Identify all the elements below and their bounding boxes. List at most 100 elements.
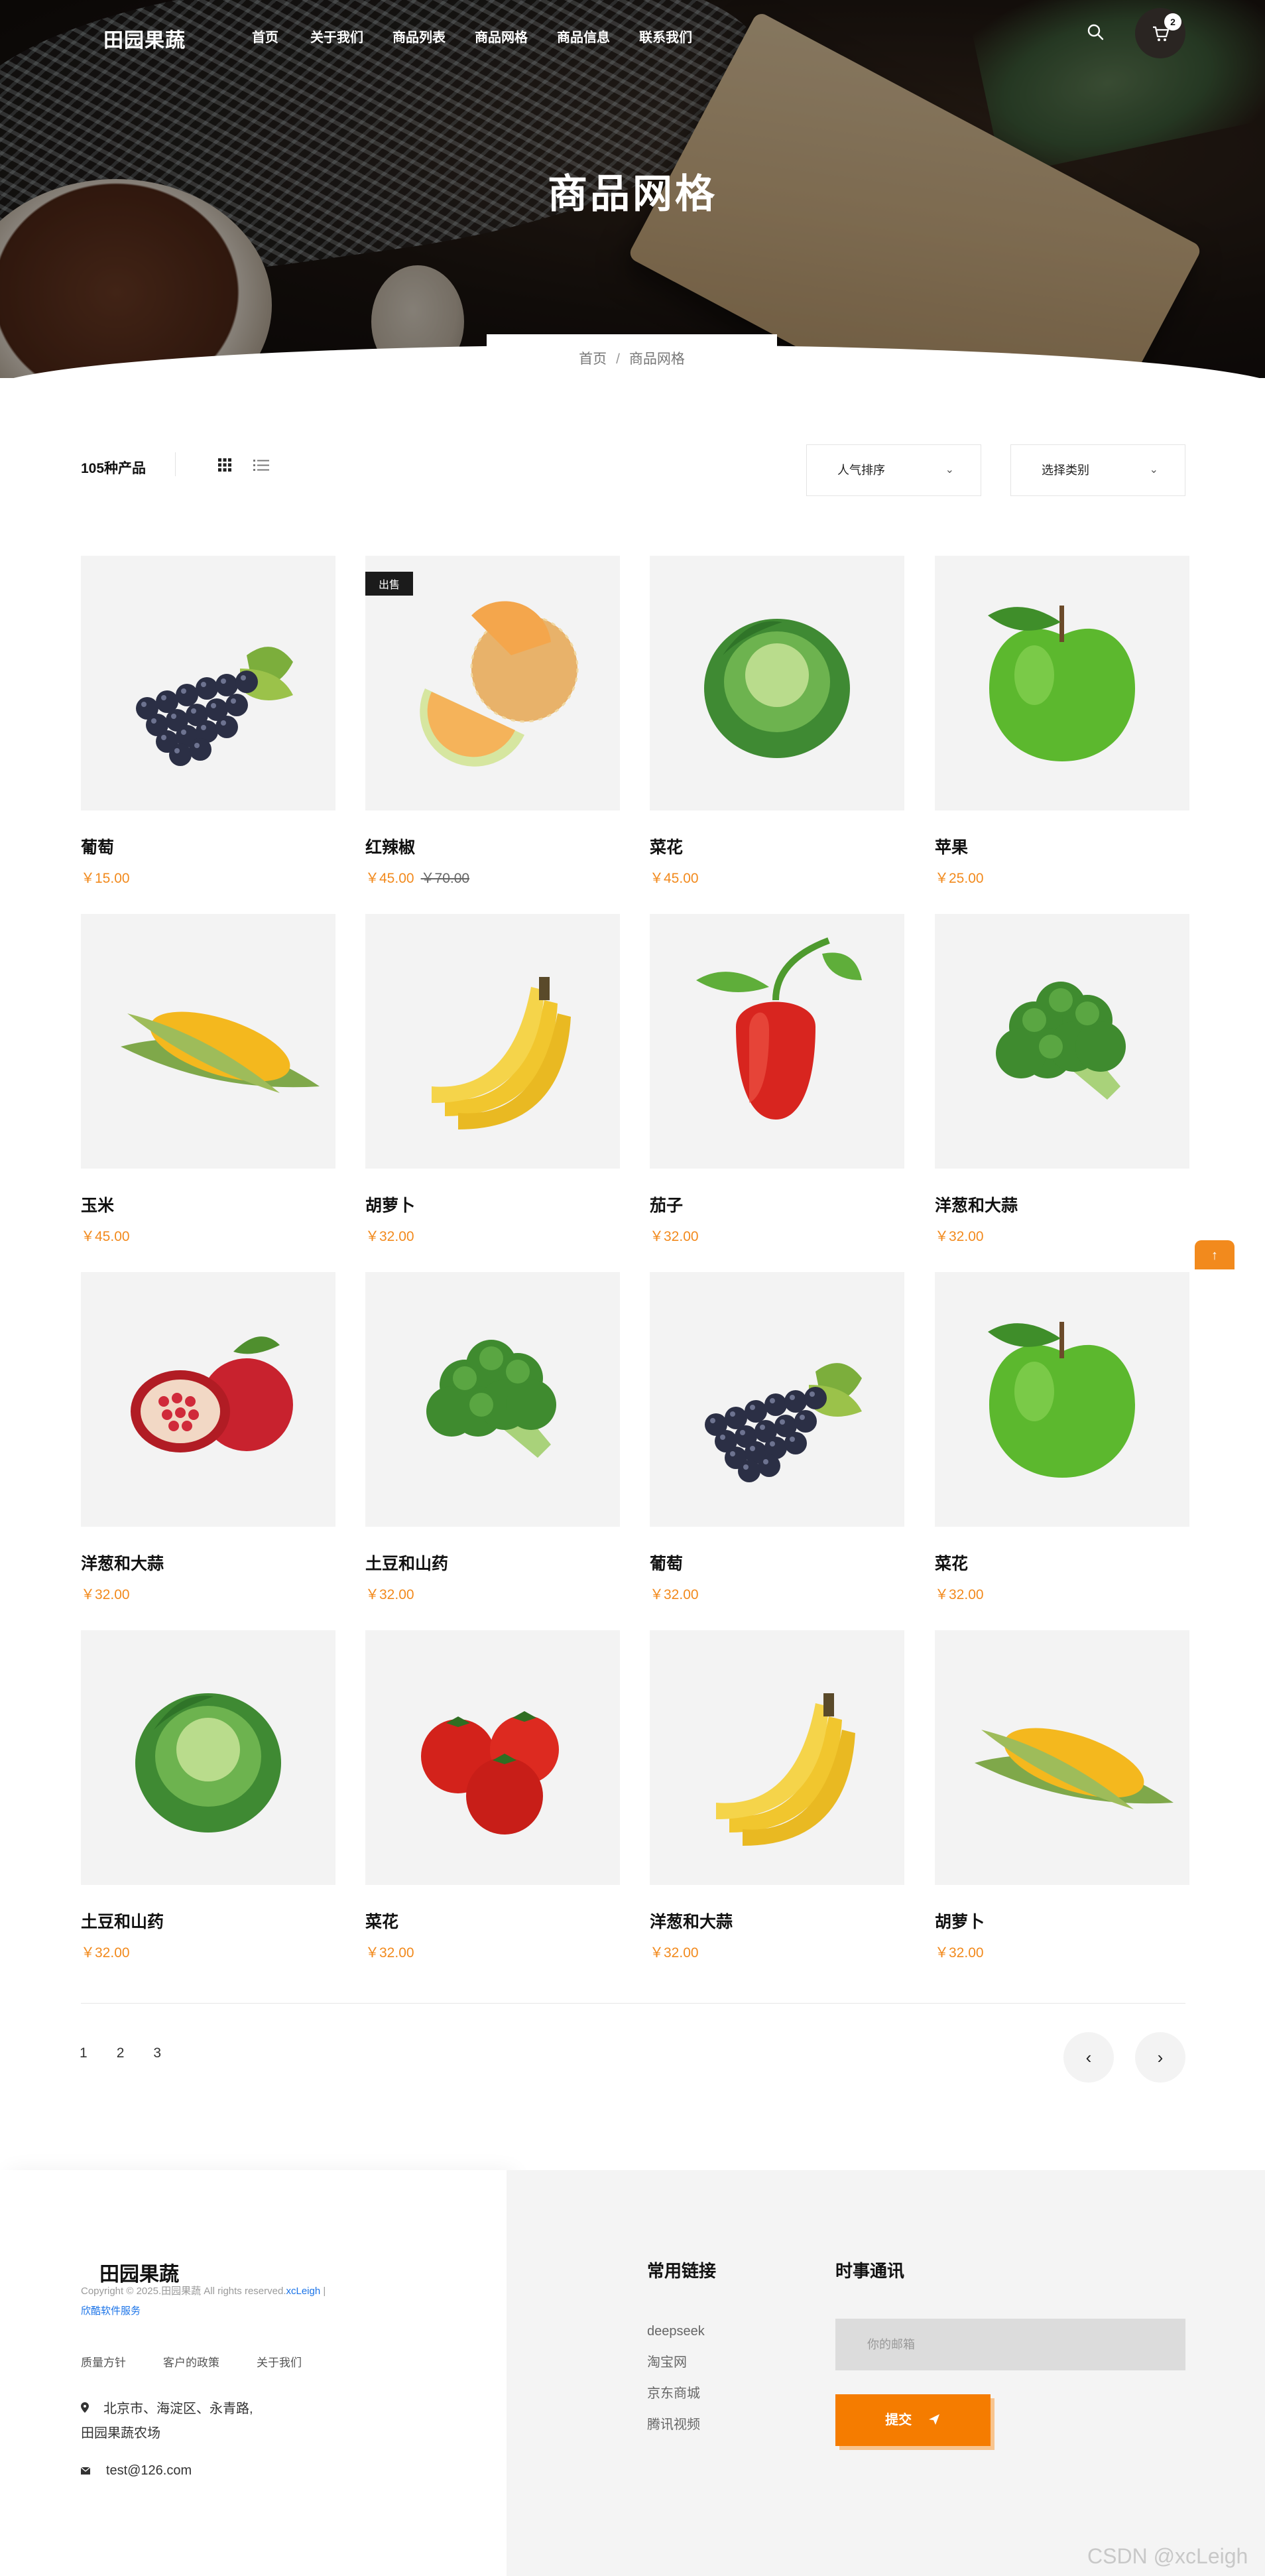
product-price: ￥32.00: [81, 1945, 130, 1961]
page-2[interactable]: 2: [117, 2045, 125, 2061]
breadcrumb-home[interactable]: 首页: [579, 352, 607, 367]
product-card[interactable]: 菜花 ￥32.00: [365, 1630, 620, 1962]
site-logo[interactable]: 田园果蔬: [103, 24, 186, 53]
product-card[interactable]: 玉米 ￥45.00: [81, 914, 335, 1246]
sort-select[interactable]: 人气排序 ⌄: [806, 444, 981, 496]
page-3[interactable]: 3: [153, 2045, 161, 2061]
list-view-icon[interactable]: [253, 458, 269, 476]
product-name[interactable]: 菜花: [365, 1909, 620, 1933]
product-card[interactable]: 菜花 ￥45.00: [650, 556, 904, 887]
product-price: ￥32.00: [935, 1587, 984, 1602]
product-name[interactable]: 胡萝卜: [365, 1192, 620, 1216]
useful-links-title: 常用链接: [647, 2261, 717, 2281]
nav-product-info[interactable]: 商品信息: [557, 27, 610, 46]
product-image[interactable]: [935, 1272, 1189, 1527]
product-name[interactable]: 菜花: [935, 1551, 1189, 1575]
nav-product-grid[interactable]: 商品网格: [475, 27, 528, 46]
product-card[interactable]: 出售 红辣椒 ￥45.00 ￥70.00: [365, 556, 620, 887]
nav-product-list[interactable]: 商品列表: [392, 27, 446, 46]
product-card[interactable]: 菜花 ￥32.00: [935, 1272, 1189, 1604]
product-card[interactable]: 洋葱和大蒜 ￥32.00: [935, 914, 1189, 1246]
tomato-icon: [421, 1711, 559, 1835]
product-image[interactable]: [365, 1630, 620, 1885]
nav-home[interactable]: 首页: [252, 27, 278, 46]
product-price: ￥32.00: [935, 1945, 984, 1961]
product-image[interactable]: [365, 914, 620, 1169]
product-image[interactable]: [650, 1630, 904, 1885]
product-image[interactable]: [650, 1272, 904, 1527]
product-image[interactable]: [365, 1272, 620, 1527]
copyright-author-link[interactable]: xcLeigh: [286, 2286, 321, 2297]
prev-page-button[interactable]: ‹: [1063, 2032, 1114, 2083]
useful-link-tencent-video[interactable]: 腾讯视频: [647, 2410, 705, 2441]
footer-link-about[interactable]: 关于我们: [257, 2353, 302, 2370]
product-price: ￥32.00: [365, 1229, 414, 1244]
page-1[interactable]: 1: [80, 2045, 88, 2061]
product-image[interactable]: [81, 556, 335, 810]
useful-link-taobao[interactable]: 淘宝网: [647, 2347, 705, 2378]
main-nav: 首页 关于我们 商品列表 商品网格 商品信息 联系我们: [252, 27, 721, 46]
grapes-icon: [136, 647, 293, 766]
back-to-top-button[interactable]: ↑: [1195, 1240, 1235, 1269]
product-name[interactable]: 土豆和山药: [365, 1551, 620, 1575]
product-price: ￥32.00: [650, 1229, 699, 1244]
product-price: ￥25.00: [935, 871, 984, 886]
broccoli-icon: [426, 1340, 556, 1458]
product-name[interactable]: 红辣椒: [365, 834, 620, 858]
product-name[interactable]: 洋葱和大蒜: [935, 1192, 1189, 1216]
chevron-down-icon: ⌄: [1149, 464, 1158, 476]
product-name[interactable]: 苹果: [935, 834, 1189, 858]
product-image[interactable]: [650, 914, 904, 1169]
pomegranate-icon: [131, 1336, 293, 1452]
product-old-price: ￥70.00: [420, 871, 470, 886]
product-card[interactable]: 洋葱和大蒜 ￥32.00: [650, 1630, 904, 1962]
search-icon[interactable]: [1086, 23, 1106, 42]
newsletter-submit-button[interactable]: 提交: [835, 2394, 991, 2446]
breadcrumb-current: 商品网格: [629, 352, 685, 367]
product-name[interactable]: 洋葱和大蒜: [650, 1909, 904, 1933]
product-card[interactable]: 土豆和山药 ￥32.00: [365, 1272, 620, 1604]
product-image[interactable]: [935, 556, 1189, 810]
product-name[interactable]: 玉米: [81, 1192, 335, 1216]
product-card[interactable]: 茄子 ￥32.00: [650, 914, 904, 1246]
product-card[interactable]: 苹果 ￥25.00: [935, 556, 1189, 887]
apple-icon: [988, 1322, 1135, 1478]
useful-link-deepseek[interactable]: deepseek: [647, 2316, 705, 2347]
product-name[interactable]: 洋葱和大蒜: [81, 1551, 335, 1575]
grid-view-icon[interactable]: [217, 458, 232, 476]
cart-count-badge: 2: [1164, 13, 1181, 31]
product-image[interactable]: [81, 1272, 335, 1527]
cabbage-icon: [704, 619, 850, 758]
cart-button[interactable]: 2: [1135, 8, 1185, 58]
nav-about[interactable]: 关于我们: [310, 27, 363, 46]
product-name[interactable]: 土豆和山药: [81, 1909, 335, 1933]
useful-link-jd[interactable]: 京东商城: [647, 2378, 705, 2410]
product-image[interactable]: 出售: [365, 556, 620, 810]
product-name[interactable]: 葡萄: [650, 1551, 904, 1575]
product-image[interactable]: [81, 1630, 335, 1885]
product-card[interactable]: 葡萄 ￥32.00: [650, 1272, 904, 1604]
product-name[interactable]: 葡萄: [81, 834, 335, 858]
product-image[interactable]: [650, 556, 904, 810]
product-card[interactable]: 洋葱和大蒜 ￥32.00: [81, 1272, 335, 1604]
product-card[interactable]: 胡萝卜 ￥32.00: [935, 1630, 1189, 1962]
footer-link-policy[interactable]: 客户的政策: [163, 2353, 219, 2370]
product-card[interactable]: 土豆和山药 ￥32.00: [81, 1630, 335, 1962]
product-image[interactable]: [81, 914, 335, 1169]
newsletter-email-input[interactable]: 你的邮箱: [835, 2319, 1185, 2370]
footer-copyright: Copyright © 2025.田园果蔬 All rights reserve…: [81, 2286, 326, 2317]
send-icon: [928, 2414, 939, 2425]
footer-link-quality[interactable]: 质量方针: [81, 2353, 126, 2370]
nav-contact[interactable]: 联系我们: [639, 27, 692, 46]
sort-select-value: 人气排序: [837, 464, 885, 477]
product-name[interactable]: 胡萝卜: [935, 1909, 1189, 1933]
next-page-button[interactable]: ›: [1135, 2032, 1185, 2083]
product-card[interactable]: 胡萝卜 ￥32.00: [365, 914, 620, 1246]
product-name[interactable]: 茄子: [650, 1192, 904, 1216]
product-name[interactable]: 菜花: [650, 834, 904, 858]
category-select[interactable]: 选择类别 ⌄: [1010, 444, 1185, 496]
service-link[interactable]: 欣酷软件服务: [81, 2305, 141, 2317]
product-card[interactable]: 葡萄 ￥15.00: [81, 556, 335, 887]
product-image[interactable]: [935, 1630, 1189, 1885]
product-image[interactable]: [935, 914, 1189, 1169]
